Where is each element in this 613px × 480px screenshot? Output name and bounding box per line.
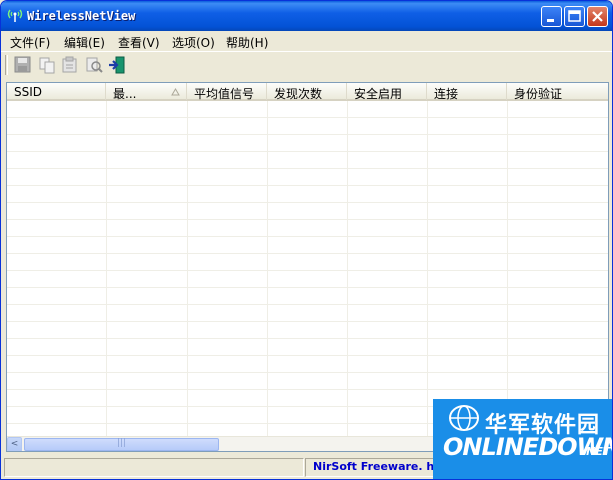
column-gridline [347, 101, 348, 436]
empty-row [7, 288, 608, 305]
column-gridline [106, 101, 107, 436]
empty-row [7, 356, 608, 373]
empty-row [7, 220, 608, 237]
column-gridline [507, 101, 508, 436]
empty-row [7, 186, 608, 203]
column-detection-count[interactable]: 发现次数 [267, 83, 347, 101]
column-average-signal[interactable]: 平均值信号 [187, 83, 267, 101]
window-title: WirelessNetView [27, 9, 136, 23]
status-panel-count [4, 458, 304, 477]
scroll-left-button[interactable]: < [7, 437, 22, 451]
empty-row [7, 203, 608, 220]
empty-row [7, 322, 608, 339]
empty-row [7, 271, 608, 288]
empty-row [7, 101, 608, 118]
wireless-antenna-icon [7, 9, 23, 22]
menu-bar: 文件(F) 编辑(E) 查看(V) 选项(O) 帮助(H) [1, 31, 612, 51]
empty-row [7, 305, 608, 322]
empty-row [7, 135, 608, 152]
watermark-net-suffix: .NET [582, 445, 611, 458]
column-gridline [267, 101, 268, 436]
empty-row [7, 169, 608, 186]
minimize-button[interactable] [541, 6, 562, 27]
onlinedown-watermark: 华军软件园 ONLINEDOWN .NET [433, 399, 612, 479]
app-window: WirelessNetView 文件(F) 编辑(E) 查看(V) 选项(O) … [0, 0, 613, 480]
chevron-left-icon: < [10, 439, 19, 449]
title-bar[interactable]: WirelessNetView [1, 1, 612, 31]
toolbar-grip [5, 55, 8, 75]
maximize-button[interactable] [564, 6, 585, 27]
menu-options[interactable]: 选项(O) [172, 34, 215, 51]
list-header: SSID 最... 平均值信号 发现次数 安全启用 连接 身份验证 [7, 83, 608, 101]
empty-row [7, 373, 608, 390]
properties-icon[interactable] [60, 56, 80, 74]
scroll-thumb[interactable]: ||| [24, 438, 219, 451]
column-gridline [187, 101, 188, 436]
menu-edit[interactable]: 编辑(E) [64, 34, 105, 51]
menu-view[interactable]: 查看(V) [118, 34, 160, 51]
column-ssid[interactable]: SSID [7, 83, 106, 100]
scroll-grip-icon: ||| [117, 438, 127, 448]
empty-row [7, 339, 608, 356]
empty-row [7, 152, 608, 169]
column-security-enabled[interactable]: 安全启用 [347, 83, 427, 101]
close-button[interactable] [587, 6, 608, 27]
save-icon[interactable] [13, 56, 33, 74]
copy-icon[interactable] [37, 56, 57, 74]
close-icon [592, 11, 603, 22]
exit-icon[interactable] [107, 56, 127, 74]
menu-help[interactable]: 帮助(H) [226, 34, 268, 51]
column-connectable[interactable]: 连接 [427, 83, 507, 101]
menu-file[interactable]: 文件(F) [10, 34, 50, 51]
toolbar [1, 51, 612, 79]
sort-ascending-icon [171, 88, 180, 96]
empty-row [7, 254, 608, 271]
maximize-icon [568, 10, 581, 22]
empty-row [7, 237, 608, 254]
minimize-icon [547, 19, 554, 22]
globe-logo-icon [449, 405, 479, 431]
column-last-signal[interactable]: 最... [106, 83, 187, 101]
find-icon[interactable] [84, 56, 104, 74]
column-gridline [427, 101, 428, 436]
empty-row [7, 118, 608, 135]
column-last-signal-label: 最... [113, 87, 137, 101]
network-list[interactable]: SSID 最... 平均值信号 发现次数 安全启用 连接 身份验证 < ||| [6, 82, 609, 452]
column-authentication[interactable]: 身份验证 [507, 83, 608, 101]
